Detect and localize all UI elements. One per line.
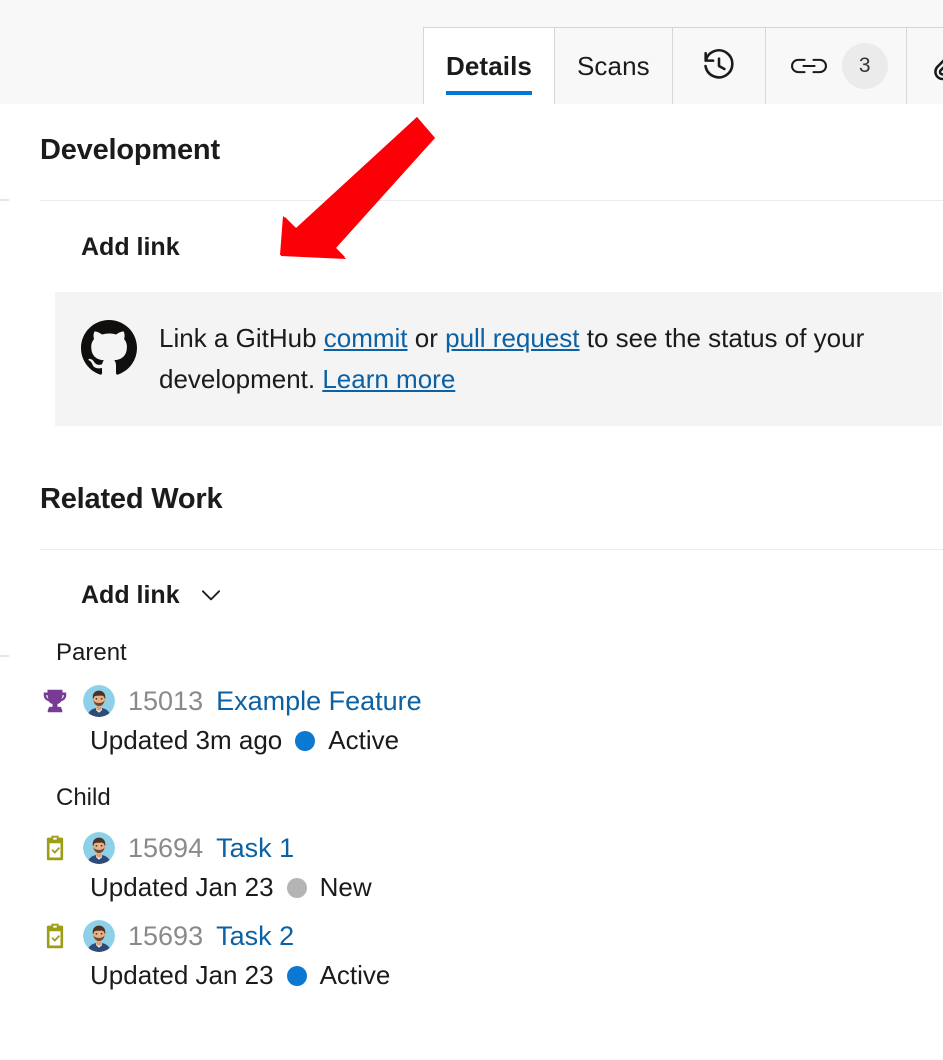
work-item-row: 15694 Task 1 bbox=[40, 832, 943, 864]
edge-divider-tick-2 bbox=[0, 655, 9, 657]
related-work-title: Related Work bbox=[40, 483, 943, 516]
link-icon bbox=[790, 54, 828, 78]
github-callout-text: Link a GitHub commit or pull request to … bbox=[159, 316, 920, 400]
tab-history[interactable] bbox=[673, 27, 766, 104]
github-link-callout: Link a GitHub commit or pull request to … bbox=[55, 292, 942, 426]
state-dot bbox=[287, 878, 307, 898]
avatar bbox=[83, 685, 115, 717]
tab-details[interactable]: Details bbox=[424, 27, 555, 104]
work-item-meta: Updated Jan 23 Active bbox=[90, 960, 943, 991]
work-item-title-link[interactable]: Task 2 bbox=[216, 921, 294, 952]
work-item-15694[interactable]: 15694 Task 1 Updated Jan 23 New bbox=[40, 832, 943, 903]
work-item-updated: Updated Jan 23 bbox=[90, 872, 274, 903]
work-item-title-link[interactable]: Example Feature bbox=[216, 686, 422, 717]
avatar bbox=[83, 920, 115, 952]
development-divider bbox=[40, 200, 943, 201]
callout-text-1: Link a GitHub bbox=[159, 323, 324, 353]
github-icon bbox=[81, 320, 137, 376]
tab-scans-label: Scans bbox=[577, 51, 650, 82]
add-link-related-work-label: Add link bbox=[81, 581, 180, 610]
callout-text-2: or bbox=[408, 323, 446, 353]
tab-active-underline bbox=[446, 91, 532, 95]
work-item-updated: Updated Jan 23 bbox=[90, 960, 274, 991]
work-item-15013[interactable]: 15013 Example Feature Updated 3m ago Act… bbox=[40, 685, 943, 756]
work-item-15693[interactable]: 15693 Task 2 Updated Jan 23 Active bbox=[40, 920, 943, 991]
work-item-id: 15694 bbox=[128, 833, 203, 864]
attachment-icon bbox=[931, 49, 943, 83]
work-item-state: Active bbox=[320, 960, 391, 991]
tab-details-label: Details bbox=[446, 51, 532, 82]
work-item-id: 15693 bbox=[128, 921, 203, 952]
work-item-title-link[interactable]: Task 1 bbox=[216, 833, 294, 864]
development-section: Development Add link Link a GitHub commi… bbox=[40, 134, 943, 426]
task-clipboard-icon bbox=[40, 921, 70, 951]
chevron-down-icon bbox=[196, 580, 226, 610]
work-item-panel: Details Scans bbox=[0, 0, 943, 1060]
tab-links[interactable]: 3 bbox=[766, 27, 907, 104]
task-clipboard-icon bbox=[40, 833, 70, 863]
work-item-state: New bbox=[320, 872, 372, 903]
work-item-updated: Updated 3m ago bbox=[90, 725, 282, 756]
panel-content: Development Add link Link a GitHub commi… bbox=[0, 104, 943, 1060]
feature-trophy-icon bbox=[40, 686, 70, 716]
tab-scans[interactable]: Scans bbox=[555, 27, 673, 104]
work-item-id: 15013 bbox=[128, 686, 203, 717]
work-item-row: 15013 Example Feature bbox=[40, 685, 943, 717]
links-count-badge: 3 bbox=[842, 43, 888, 89]
related-work-divider bbox=[40, 549, 943, 550]
group-label-parent: Parent bbox=[56, 639, 943, 667]
edge-divider-tick-1 bbox=[0, 199, 9, 201]
commit-link[interactable]: commit bbox=[324, 323, 408, 353]
tab-attachments[interactable] bbox=[907, 27, 943, 104]
related-group-parent: Parent bbox=[40, 639, 943, 756]
tab-group: Details Scans bbox=[423, 27, 943, 104]
pull-request-link[interactable]: pull request bbox=[445, 323, 579, 353]
state-dot bbox=[295, 731, 315, 751]
state-dot bbox=[287, 966, 307, 986]
tab-bar: Details Scans bbox=[0, 0, 943, 104]
related-group-child: Child bbox=[40, 784, 943, 991]
add-link-development[interactable]: Add link bbox=[81, 233, 180, 262]
add-link-related-work[interactable]: Add link bbox=[81, 580, 226, 610]
history-icon bbox=[701, 48, 737, 84]
development-title: Development bbox=[40, 134, 943, 167]
work-item-state: Active bbox=[328, 725, 399, 756]
group-label-child: Child bbox=[56, 784, 943, 812]
related-work-section: Related Work Add link Parent bbox=[40, 483, 943, 991]
avatar bbox=[83, 832, 115, 864]
work-item-meta: Updated 3m ago Active bbox=[90, 725, 943, 756]
work-item-row: 15693 Task 2 bbox=[40, 920, 943, 952]
learn-more-link[interactable]: Learn more bbox=[322, 364, 455, 394]
work-item-meta: Updated Jan 23 New bbox=[90, 872, 943, 903]
